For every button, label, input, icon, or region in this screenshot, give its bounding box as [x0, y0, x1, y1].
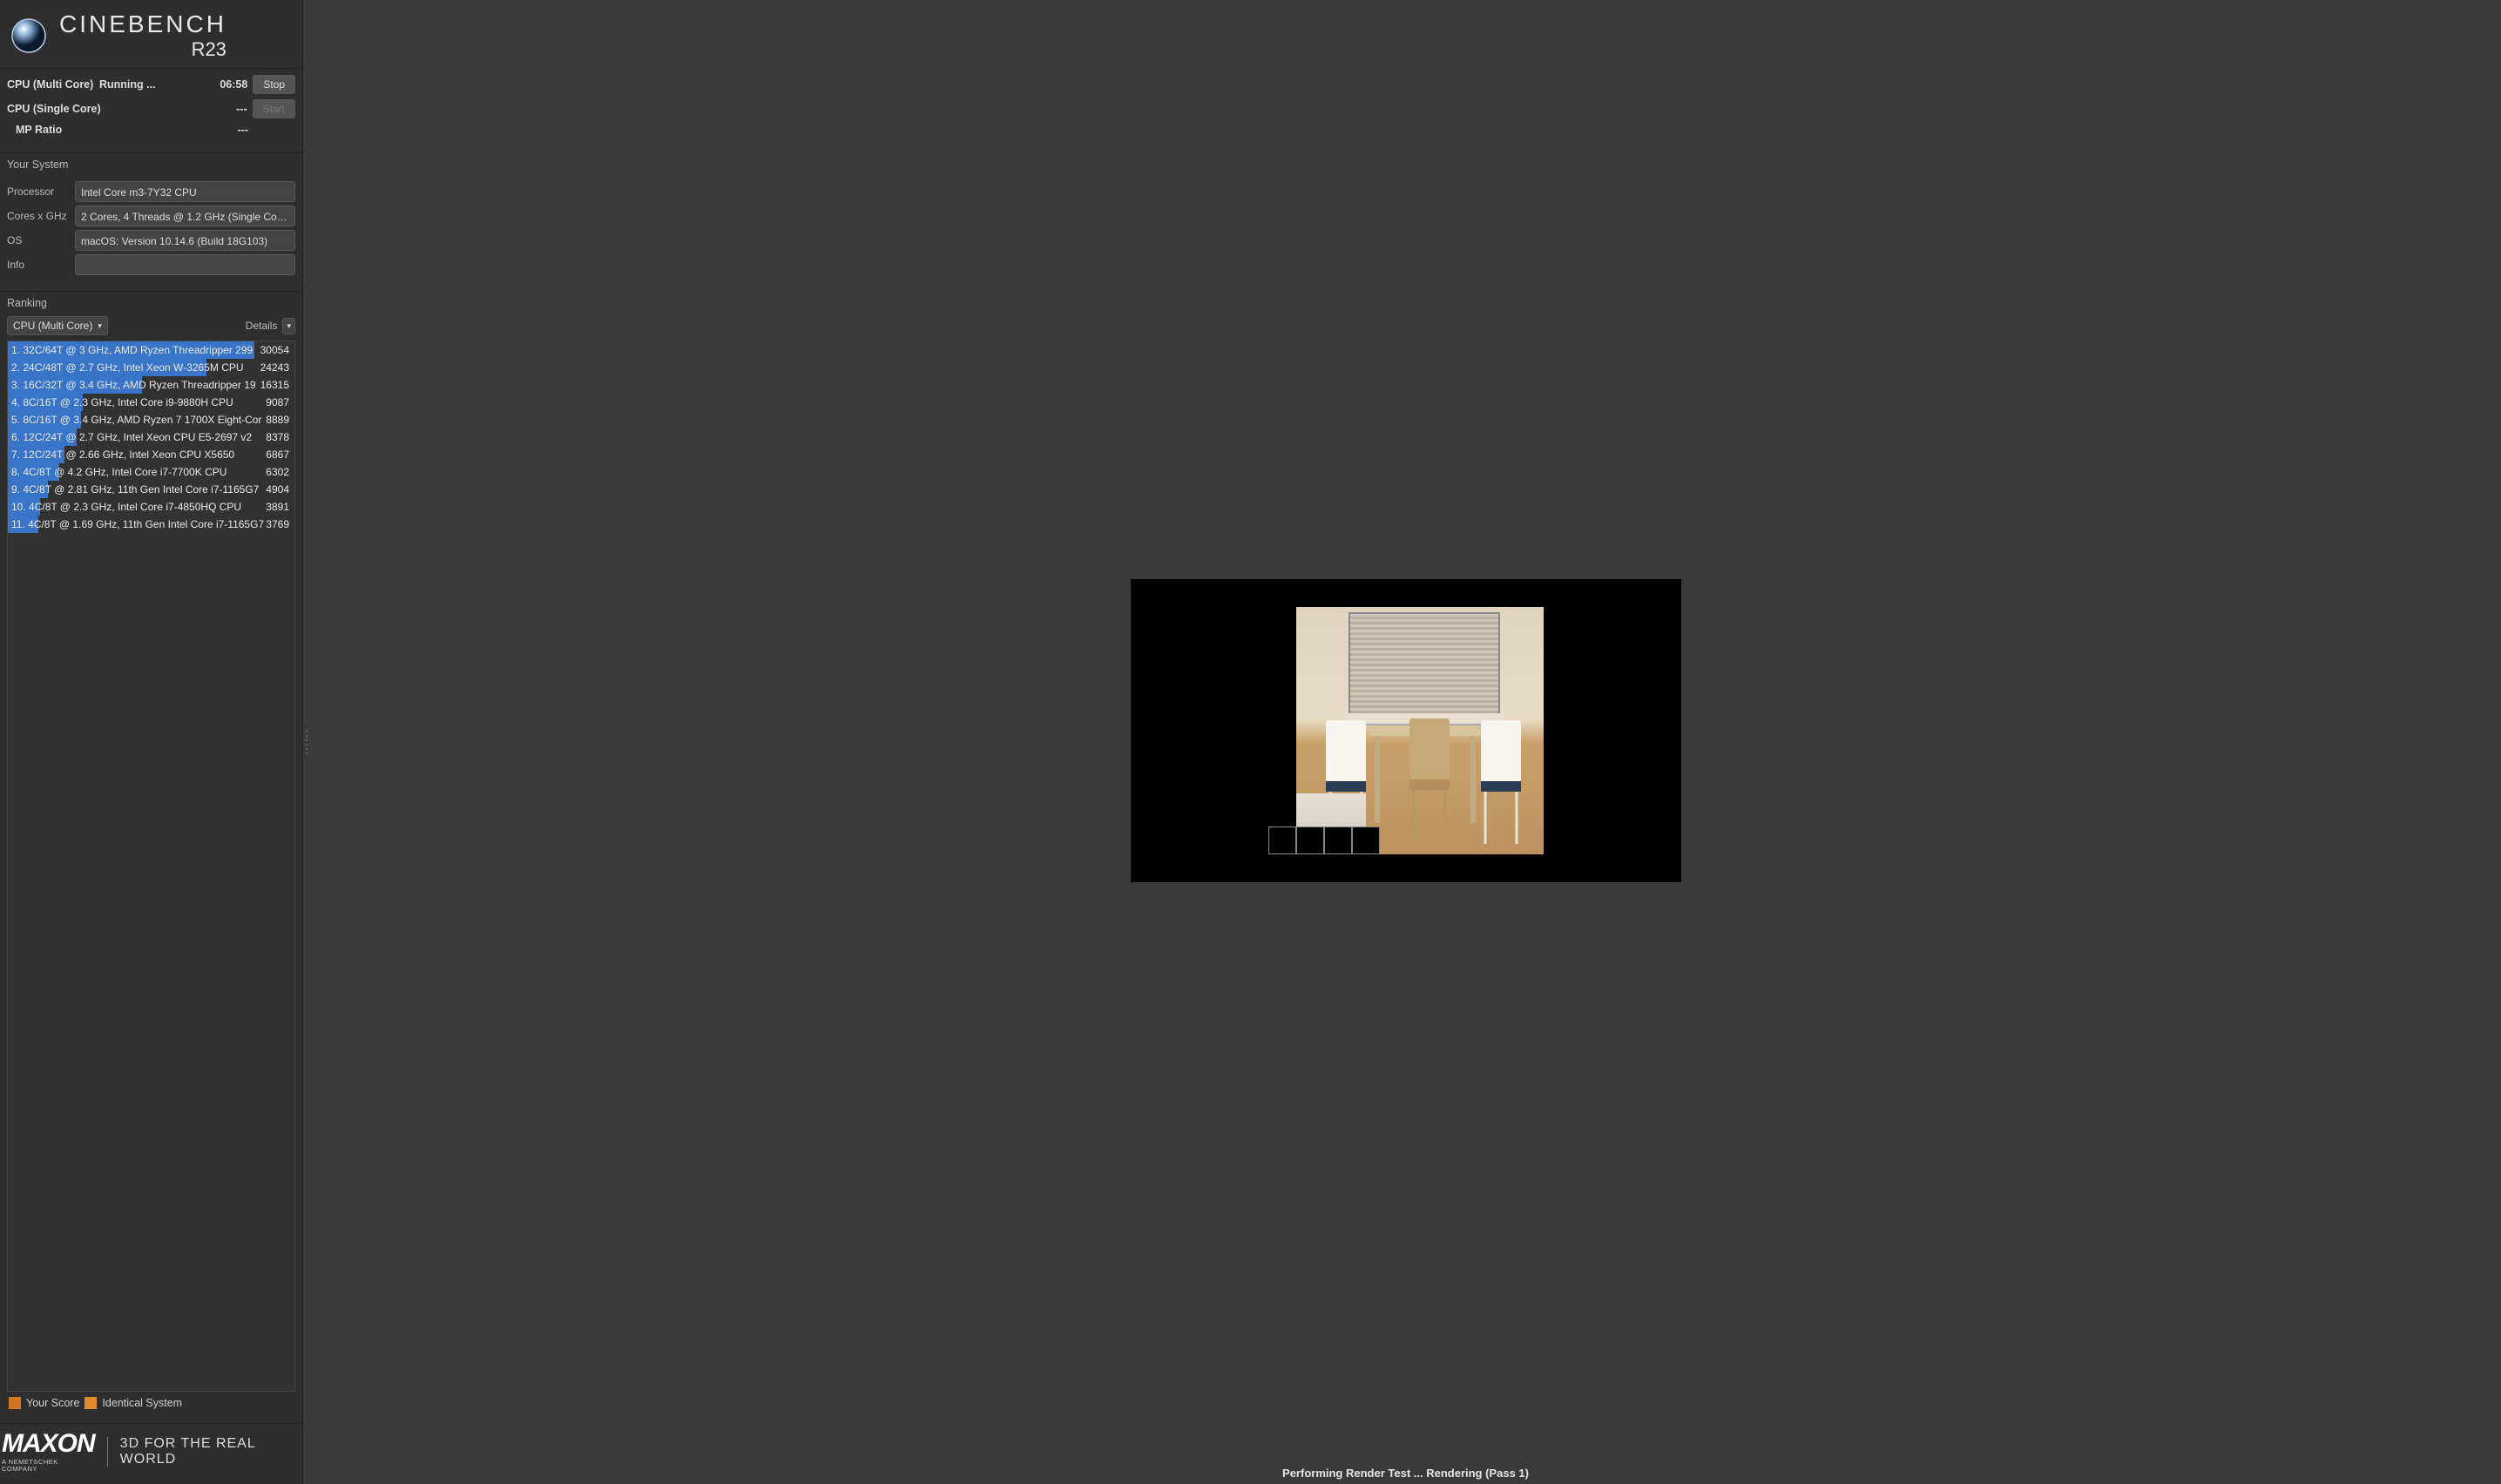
- sys-info-row: Info: [7, 254, 295, 275]
- test-single-value: ---: [204, 103, 247, 115]
- ranking-row-score: 24243: [260, 361, 294, 374]
- details-label: Details: [246, 320, 278, 332]
- ranking-row[interactable]: 2. 24C/48T @ 2.7 GHz, Intel Xeon W-3265M…: [8, 359, 294, 376]
- render-preview: [1296, 607, 1544, 854]
- test-multi-row: CPU (Multi Core) Running ... 06:58 Stop: [7, 72, 295, 97]
- legend: Your Score Identical System: [7, 1392, 295, 1416]
- sys-processor-field[interactable]: Intel Core m3-7Y32 CPU: [75, 181, 295, 202]
- legend-identical-label: Identical System: [102, 1397, 182, 1409]
- test-mp-label: MP Ratio: [16, 124, 103, 136]
- ranking-row-score: 9087: [266, 396, 294, 408]
- system-header: Your System: [0, 152, 302, 174]
- main-area: Performing Render Test ... Rendering (Pa…: [310, 0, 2501, 1484]
- start-button: Start: [253, 99, 295, 118]
- ranking-mode-select[interactable]: CPU (Multi Core) ▾: [7, 316, 108, 335]
- sys-cores-row: Cores x GHz 2 Cores, 4 Threads @ 1.2 GHz…: [7, 206, 295, 226]
- ranking-row-score: 3769: [266, 518, 294, 530]
- cinebench-logo-icon: [10, 17, 47, 54]
- test-mp-value: ---: [205, 124, 248, 136]
- ranking-row-score: 3891: [266, 501, 294, 513]
- maxon-logo: MAXON A NEMETSCHEK COMPANY: [2, 1431, 95, 1472]
- sys-processor-row: Processor Intel Core m3-7Y32 CPU: [7, 181, 295, 202]
- tests-panel: CPU (Multi Core) Running ... 06:58 Stop …: [0, 68, 302, 147]
- stop-button[interactable]: Stop: [253, 75, 295, 94]
- ranking-row[interactable]: 3. 16C/32T @ 3.4 GHz, AMD Ryzen Threadri…: [8, 376, 294, 394]
- ranking-row-label: 9. 4C/8T @ 2.81 GHz, 11th Gen Intel Core…: [8, 483, 266, 496]
- ranking-row[interactable]: 10. 4C/8T @ 2.3 GHz, Intel Core i7-4850H…: [8, 498, 294, 516]
- splitter-handle[interactable]: [303, 0, 310, 1484]
- ranking-row-score: 6302: [266, 466, 294, 478]
- ranking-row-score: 8378: [266, 431, 294, 443]
- footer-slogan: 3D FOR THE REAL WORLD: [107, 1437, 294, 1467]
- ranking-row-label: 5. 8C/16T @ 3.4 GHz, AMD Ryzen 7 1700X E…: [8, 414, 266, 426]
- ranking-row[interactable]: 9. 4C/8T @ 2.81 GHz, 11th Gen Intel Core…: [8, 481, 294, 498]
- test-single-label: CPU (Single Core): [7, 103, 101, 115]
- ranking-row-label: 2. 24C/48T @ 2.7 GHz, Intel Xeon W-3265M…: [8, 361, 260, 374]
- ranking-row[interactable]: 8. 4C/8T @ 4.2 GHz, Intel Core i7-7700K …: [8, 463, 294, 481]
- ranking-row-score: 4904: [266, 483, 294, 496]
- sys-os-field[interactable]: macOS: Version 10.14.6 (Build 18G103): [75, 230, 295, 251]
- brand-text: CINEBENCH R23: [59, 12, 226, 59]
- app-root: CINEBENCH R23 CPU (Multi Core) Running .…: [0, 0, 2501, 1484]
- ranking-row-label: 7. 12C/24T @ 2.66 GHz, Intel Xeon CPU X5…: [8, 449, 266, 461]
- ranking-row-score: 30054: [260, 344, 294, 356]
- ranking-panel: CPU (Multi Core) ▾ Details ▾ 1. 32C/64T …: [0, 313, 302, 1423]
- ranking-row[interactable]: 7. 12C/24T @ 2.66 GHz, Intel Xeon CPU X5…: [8, 446, 294, 463]
- ranking-row-label: 10. 4C/8T @ 2.3 GHz, Intel Core i7-4850H…: [8, 501, 266, 513]
- ranking-row-label: 6. 12C/24T @ 2.7 GHz, Intel Xeon CPU E5-…: [8, 431, 266, 443]
- ranking-row-score: 8889: [266, 414, 294, 426]
- sys-os-row: OS macOS: Version 10.14.6 (Build 18G103): [7, 230, 295, 251]
- ranking-row-label: 4. 8C/16T @ 2.3 GHz, Intel Core i9-9880H…: [8, 396, 266, 408]
- legend-swatch-your: [9, 1397, 21, 1409]
- test-multi-status: Running ...: [99, 78, 199, 91]
- ranking-header: Ranking: [0, 291, 302, 313]
- sidebar: CINEBENCH R23 CPU (Multi Core) Running .…: [0, 0, 303, 1484]
- sys-cores-field[interactable]: 2 Cores, 4 Threads @ 1.2 GHz (Single Cor…: [75, 206, 295, 226]
- ranking-row-label: 8. 4C/8T @ 4.2 GHz, Intel Core i7-7700K …: [8, 466, 266, 478]
- test-multi-label: CPU (Multi Core): [7, 78, 94, 91]
- brand-version: R23: [192, 40, 226, 59]
- ranking-row[interactable]: 11. 4C/8T @ 1.69 GHz, 11th Gen Intel Cor…: [8, 516, 294, 533]
- logo-block: CINEBENCH R23: [0, 0, 302, 68]
- render-tiles-active: [1268, 826, 1352, 854]
- status-bar: Performing Render Test ... Rendering (Pa…: [310, 1461, 2501, 1484]
- ranking-row-score: 16315: [260, 379, 294, 391]
- legend-swatch-identical: [84, 1397, 97, 1409]
- ranking-row-label: 1. 32C/64T @ 3 GHz, AMD Ryzen Threadripp…: [8, 344, 260, 356]
- ranking-row-score: 6867: [266, 449, 294, 461]
- ranking-row[interactable]: 1. 32C/64T @ 3 GHz, AMD Ryzen Threadripp…: [8, 341, 294, 359]
- ranking-row-label: 11. 4C/8T @ 1.69 GHz, 11th Gen Intel Cor…: [8, 518, 266, 530]
- brand-title: CINEBENCH: [59, 12, 226, 37]
- ranking-controls: CPU (Multi Core) ▾ Details ▾: [7, 316, 295, 335]
- chevron-down-icon: ▾: [98, 321, 102, 331]
- chevron-down-icon: ▾: [287, 321, 291, 331]
- ranking-row-label: 3. 16C/32T @ 3.4 GHz, AMD Ryzen Threadri…: [8, 379, 260, 391]
- test-single-row: CPU (Single Core) --- Start: [7, 97, 295, 121]
- sys-info-field[interactable]: [75, 254, 295, 275]
- test-mp-row: MP Ratio ---: [7, 121, 295, 138]
- details-toggle[interactable]: ▾: [282, 318, 295, 334]
- footer-brand: MAXON A NEMETSCHEK COMPANY 3D FOR THE RE…: [0, 1423, 302, 1484]
- render-area: [310, 0, 2501, 1461]
- status-text: Performing Render Test ... Rendering (Pa…: [1282, 1467, 1529, 1480]
- ranking-row[interactable]: 4. 8C/16T @ 2.3 GHz, Intel Core i9-9880H…: [8, 394, 294, 411]
- ranking-list[interactable]: 1. 32C/64T @ 3 GHz, AMD Ryzen Threadripp…: [7, 341, 295, 1392]
- render-canvas: [1131, 579, 1681, 882]
- ranking-row[interactable]: 6. 12C/24T @ 2.7 GHz, Intel Xeon CPU E5-…: [8, 428, 294, 446]
- system-panel: Processor Intel Core m3-7Y32 CPU Cores x…: [0, 174, 302, 286]
- test-multi-time: 06:58: [204, 78, 247, 91]
- ranking-row[interactable]: 5. 8C/16T @ 3.4 GHz, AMD Ryzen 7 1700X E…: [8, 411, 294, 428]
- render-tiles-active: [1352, 826, 1380, 854]
- legend-your-label: Your Score: [26, 1397, 79, 1409]
